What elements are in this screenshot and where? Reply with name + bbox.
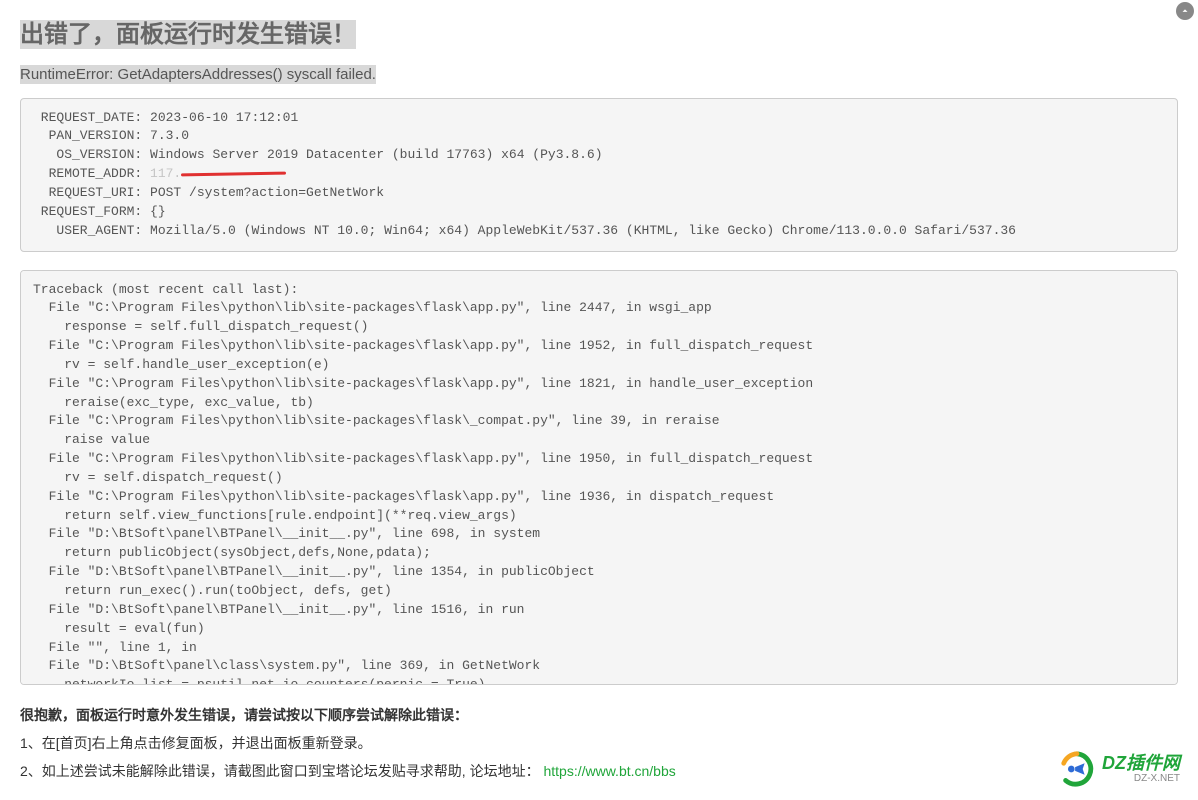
- request-form-value: {}: [150, 204, 166, 219]
- error-title-wrap: 出错了，面板运行时发生错误！: [20, 18, 1178, 52]
- remote-addr-value: 117.: [150, 166, 286, 181]
- request-uri-label: REQUEST_URI:: [33, 185, 150, 200]
- watermark-text: DZ插件网: [1102, 754, 1180, 773]
- request-uri-value: POST /system?action=GetNetWork: [150, 185, 384, 200]
- request-form-label: REQUEST_FORM:: [33, 204, 150, 219]
- request-info-box: REQUEST_DATE: 2023-06-10 17:12:01 PAN_VE…: [20, 98, 1178, 252]
- error-subtitle: RuntimeError: GetAdaptersAddresses() sys…: [20, 65, 376, 84]
- traceback-box[interactable]: Traceback (most recent call last): File …: [20, 270, 1178, 685]
- help-apology: 很抱歉，面板运行时意外发生错误，请尝试按以下顺序尝试解除此错误：: [20, 701, 1178, 729]
- user-agent-value: Mozilla/5.0 (Windows NT 10.0; Win64; x64…: [150, 223, 1016, 238]
- watermark-text-wrap: DZ插件网 DZ-X.NET: [1102, 754, 1180, 784]
- os-version-value: Windows Server 2019 Datacenter (build 17…: [150, 147, 602, 162]
- main-content: 出错了，面板运行时发生错误！ RuntimeError: GetAdapters…: [0, 0, 1198, 800]
- request-date-value: 2023-06-10 17:12:01: [150, 110, 298, 125]
- scroll-top-button[interactable]: [1176, 2, 1194, 20]
- help-section: 很抱歉，面板运行时意外发生错误，请尝试按以下顺序尝试解除此错误： 1、在[首页]…: [20, 701, 1178, 785]
- error-title: 出错了，面板运行时发生错误！: [20, 20, 356, 49]
- redaction-mark: [181, 167, 286, 181]
- forum-link[interactable]: https://www.bt.cn/bbs: [543, 763, 675, 779]
- pan-version-value: 7.3.0: [150, 128, 189, 143]
- request-date-label: REQUEST_DATE:: [33, 110, 150, 125]
- remote-addr-label: REMOTE_ADDR:: [33, 166, 150, 181]
- watermark: DZ插件网 DZ-X.NET: [1058, 750, 1180, 788]
- os-version-label: OS_VERSION:: [33, 147, 150, 162]
- help-step-2-text: 2、如上述尝试未能解除此错误，请截图此窗口到宝塔论坛发贴寻求帮助, 论坛地址：: [20, 763, 540, 779]
- help-step-1: 1、在[首页]右上角点击修复面板，并退出面板重新登录。: [20, 729, 1178, 757]
- watermark-subtext: DZ-X.NET: [1102, 773, 1180, 784]
- user-agent-label: USER_AGENT:: [33, 223, 150, 238]
- pan-version-label: PAN_VERSION:: [33, 128, 150, 143]
- error-subtitle-wrap: RuntimeError: GetAdaptersAddresses() sys…: [20, 66, 1178, 84]
- help-step-2: 2、如上述尝试未能解除此错误，请截图此窗口到宝塔论坛发贴寻求帮助, 论坛地址： …: [20, 757, 1178, 785]
- watermark-logo-icon: [1058, 750, 1096, 788]
